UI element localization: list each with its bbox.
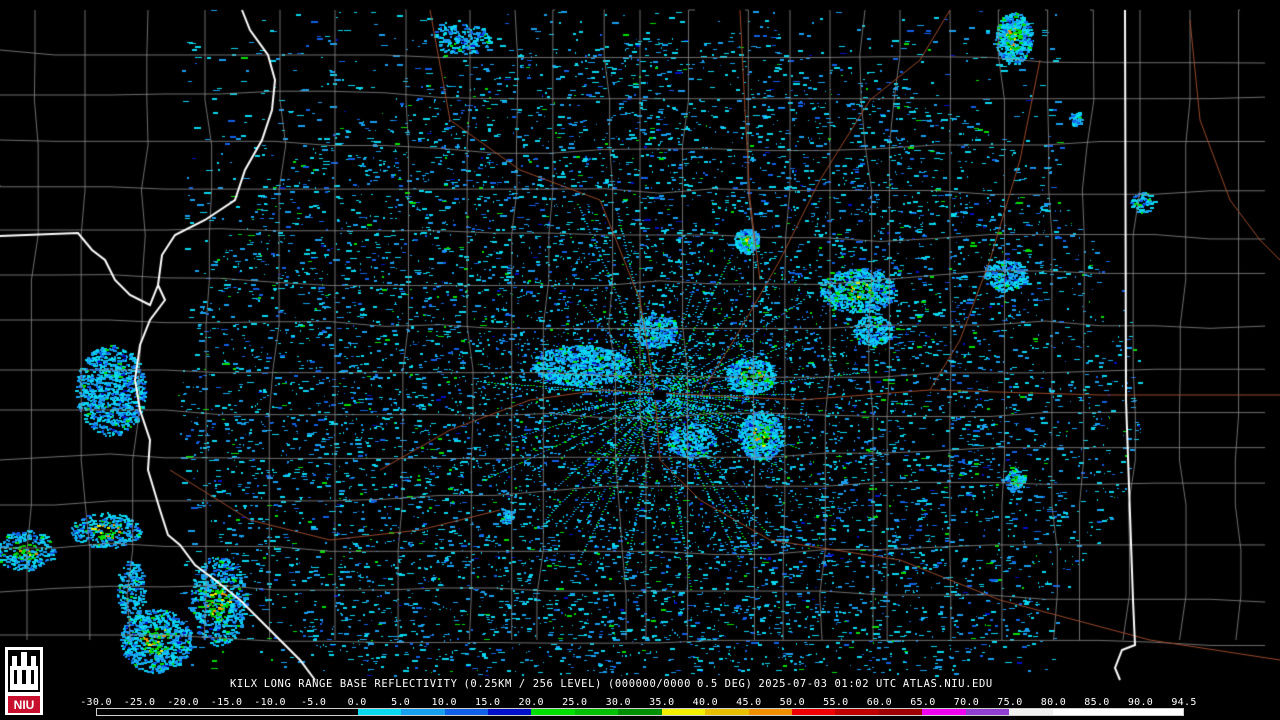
scale-label: 30.0: [605, 697, 631, 708]
scale-segment: [357, 709, 402, 715]
scale-segment: [140, 709, 184, 715]
scale-label: -5.0: [300, 697, 327, 708]
scale-segment: [531, 709, 575, 715]
product-resolution: (0.25KM / 256 LEVEL): [463, 678, 602, 690]
scale-label: 55.0: [823, 697, 849, 708]
scale-label: -25.0: [123, 697, 156, 708]
scale-segment: [183, 709, 228, 715]
scale-label: -15.0: [210, 697, 243, 708]
scale-label: 75.0: [997, 697, 1023, 708]
radar-map: [0, 0, 1280, 720]
color-scale-bar: [96, 708, 1184, 716]
scale-label: 45.0: [736, 697, 762, 708]
scale-segment: [487, 709, 532, 715]
logo-text: NIU: [14, 698, 35, 712]
scale-label: 0.0: [347, 697, 367, 708]
scale-segment: [1096, 709, 1140, 715]
scale-label: 90.0: [1127, 697, 1154, 708]
product-title: LONG RANGE BASE REFLECTIVITY: [263, 678, 458, 690]
scale-segment: [401, 709, 445, 715]
scale-segment: [965, 709, 1010, 715]
scale-segment: [1139, 709, 1183, 715]
scale-segment: [314, 709, 358, 715]
niu-castle-logo: NIU: [5, 647, 43, 715]
scale-segment: [618, 709, 662, 715]
scale-segment: [922, 709, 966, 715]
scale-label: 40.0: [692, 697, 718, 708]
scale-label: -10.0: [254, 697, 286, 708]
scale-label: 10.0: [431, 697, 457, 708]
scan-datetime: 2025-07-03 01:02 UTC: [758, 678, 897, 690]
product-volume: (000000/0000: [607, 678, 691, 690]
scale-segment: [444, 709, 488, 715]
scale-label: 94.5: [1171, 697, 1197, 708]
scale-label: 35.0: [649, 697, 675, 708]
scale-segment: [270, 709, 315, 715]
scale-segment: [661, 709, 706, 715]
scale-label: 80.0: [1040, 697, 1067, 708]
scale-segment: [792, 709, 836, 715]
scale-label: 85.0: [1084, 697, 1110, 708]
scale-segment: [227, 709, 271, 715]
scale-segment: [574, 709, 619, 715]
scale-label: 5.0: [391, 697, 411, 708]
scale-segment: [1009, 709, 1053, 715]
scale-label: 25.0: [562, 697, 588, 708]
scale-label: -20.0: [167, 697, 199, 708]
scale-segment: [878, 709, 923, 715]
scale-label: 60.0: [866, 697, 893, 708]
station-id: KILX: [230, 678, 258, 690]
scale-label: 15.0: [475, 697, 501, 708]
scale-segment: [1052, 709, 1097, 715]
scale-segment: [705, 709, 749, 715]
scale-label: 50.0: [779, 697, 805, 708]
scale-label: 65.0: [910, 697, 936, 708]
scale-segment: [835, 709, 879, 715]
scale-label: -30.0: [80, 697, 112, 708]
product-elevation: 0.5 DEG): [697, 678, 753, 690]
source-site: ATLAS.NIU.EDU: [902, 678, 993, 690]
scale-label: 70.0: [953, 697, 980, 708]
scale-segment: [748, 709, 792, 715]
scale-label: 20.0: [518, 697, 544, 708]
product-caption: KILX LONG RANGE BASE REFLECTIVITY (0.25KM …: [230, 678, 993, 690]
scale-segment: [97, 709, 141, 715]
